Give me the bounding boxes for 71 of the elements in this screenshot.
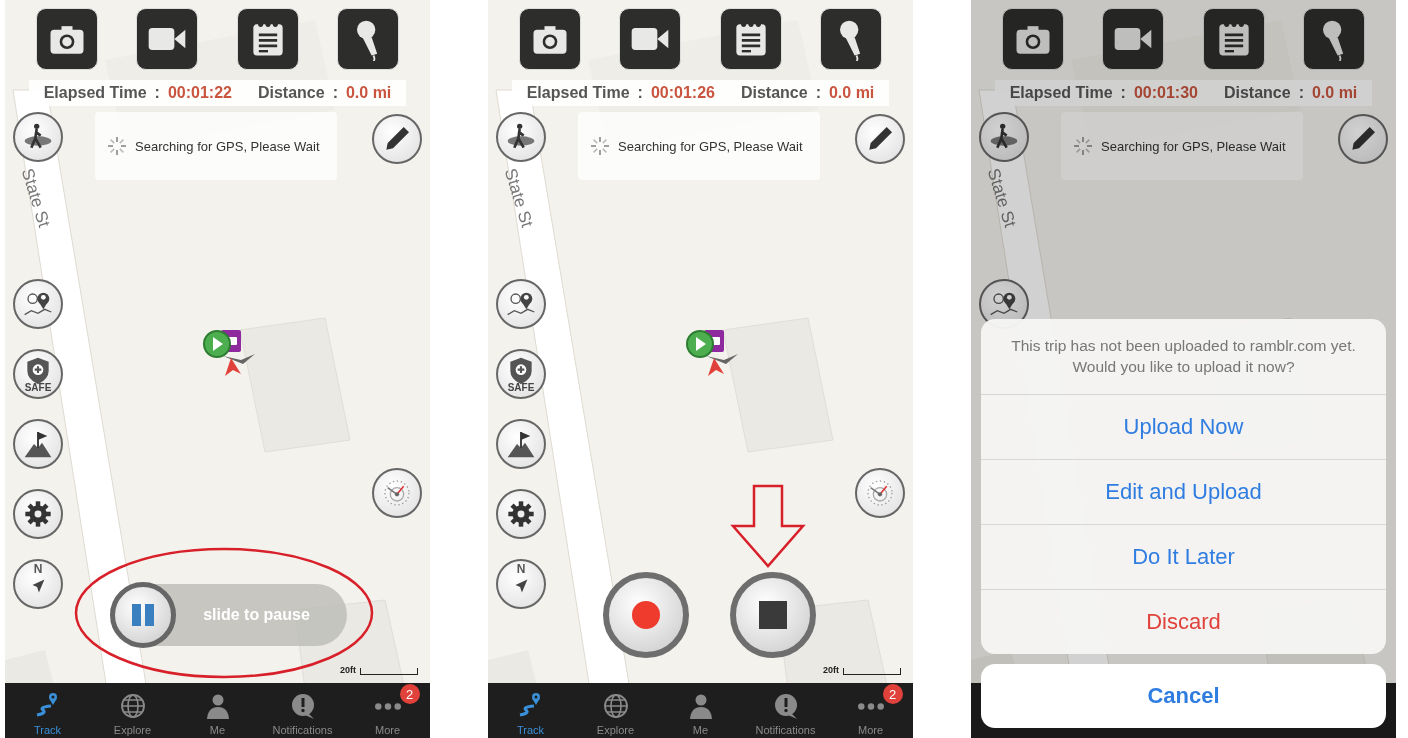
action-button[interactable]: Upload Now bbox=[981, 394, 1386, 459]
cancel-button[interactable]: Cancel bbox=[981, 664, 1386, 728]
spinner-icon bbox=[590, 136, 610, 156]
stat-label: Elapsed Time bbox=[1009, 84, 1113, 102]
tab[interactable]: Explore bbox=[573, 683, 658, 738]
microphone-button[interactable] bbox=[1302, 8, 1365, 70]
camera-button[interactable] bbox=[1002, 8, 1065, 70]
notification-badge: 2 bbox=[882, 684, 903, 704]
speedometer-icon bbox=[381, 477, 413, 509]
video-button[interactable] bbox=[136, 8, 199, 70]
stat-separator: : bbox=[815, 84, 821, 102]
spinner-icon bbox=[107, 136, 127, 156]
stat-value: 00:01:30 bbox=[1133, 84, 1198, 102]
notes-button[interactable] bbox=[236, 8, 299, 70]
pause-icon bbox=[129, 601, 157, 629]
stat-value: 0.0 mi bbox=[345, 84, 392, 102]
scale-label: 20ft bbox=[823, 665, 839, 675]
street-label: State St bbox=[982, 166, 1020, 230]
stat-separator: : bbox=[637, 84, 643, 102]
tab[interactable]: Me bbox=[658, 683, 743, 738]
video-button[interactable] bbox=[1102, 8, 1165, 70]
tab[interactable]: Explore bbox=[90, 683, 175, 738]
stat-value: 0.0 mi bbox=[828, 84, 875, 102]
camera-button[interactable] bbox=[36, 8, 99, 70]
gps-status-text: Searching for GPS, Please Wait bbox=[1101, 138, 1286, 154]
slider-label: slide to pause bbox=[202, 606, 311, 624]
gps-status-text: Searching for GPS, Please Wait bbox=[618, 138, 803, 154]
tab-icon bbox=[856, 702, 885, 711]
tab[interactable]: More 2 bbox=[828, 683, 913, 738]
tab[interactable]: Notifications bbox=[260, 683, 345, 738]
street-label: State St bbox=[499, 166, 537, 230]
gps-status-text: Searching for GPS, Please Wait bbox=[135, 138, 320, 154]
notes-button[interactable] bbox=[1202, 8, 1265, 70]
tab[interactable]: Notifications bbox=[743, 683, 828, 738]
stat-separator: : bbox=[1298, 84, 1304, 102]
tab[interactable]: Track bbox=[488, 683, 573, 738]
stat-label: Elapsed Time bbox=[43, 84, 147, 102]
stat-separator: : bbox=[154, 84, 160, 102]
scale-label: 20ft bbox=[340, 665, 356, 675]
microphone-button[interactable] bbox=[819, 8, 882, 70]
spinner-icon bbox=[1073, 136, 1093, 156]
camera-button[interactable] bbox=[519, 8, 582, 70]
tab-icon bbox=[373, 702, 402, 711]
stat-label: Distance bbox=[1223, 84, 1291, 102]
action-button[interactable]: Edit and Upload bbox=[981, 459, 1386, 524]
tab[interactable]: Track bbox=[5, 683, 90, 738]
video-button[interactable] bbox=[619, 8, 682, 70]
record-dot-icon bbox=[629, 598, 663, 632]
stat-value: 0.0 mi bbox=[1311, 84, 1358, 102]
stat-separator: : bbox=[332, 84, 338, 102]
stat-value: 00:01:26 bbox=[650, 84, 715, 102]
notes-button[interactable] bbox=[719, 8, 782, 70]
notification-badge: 2 bbox=[399, 684, 420, 704]
action-button[interactable]: Discard bbox=[981, 589, 1386, 654]
settings-icon bbox=[22, 498, 54, 530]
stat-separator: : bbox=[1120, 84, 1126, 102]
tab[interactable]: Me bbox=[175, 683, 260, 738]
tab[interactable]: More 2 bbox=[345, 683, 430, 738]
stat-label: Distance bbox=[257, 84, 325, 102]
scale-bar bbox=[843, 668, 901, 675]
speedometer-icon bbox=[864, 477, 896, 509]
action-sheet-message: This trip has not been uploaded to ramblr.com yet. Would you like to upload it now? bbox=[1010, 335, 1357, 378]
stop-icon bbox=[756, 598, 790, 632]
street-label: State St bbox=[16, 166, 54, 230]
action-button[interactable]: Do It Later bbox=[981, 524, 1386, 589]
stat-label: Distance bbox=[740, 84, 808, 102]
stat-label: Elapsed Time bbox=[526, 84, 630, 102]
scale-bar bbox=[360, 668, 418, 675]
stat-value: 00:01:22 bbox=[167, 84, 232, 102]
settings-icon bbox=[505, 498, 537, 530]
microphone-button[interactable] bbox=[336, 8, 399, 70]
